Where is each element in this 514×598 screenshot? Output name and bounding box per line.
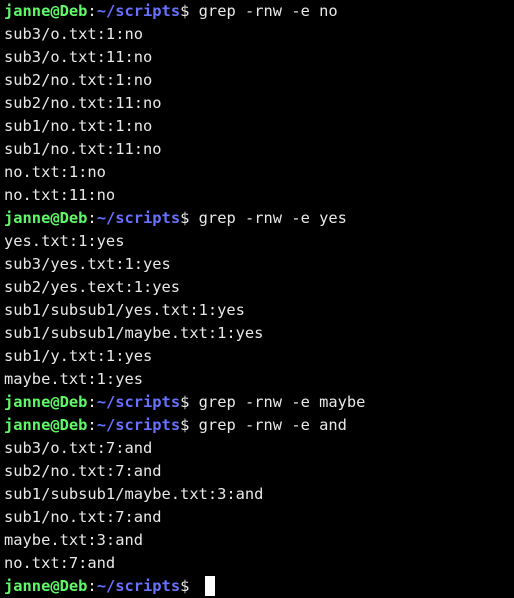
output-line: sub1/subsub1/maybe.txt:1:yes <box>4 324 264 342</box>
command-text: grep -rnw -e yes <box>198 209 347 227</box>
prompt-user-host: janne@Deb <box>4 2 88 20</box>
command-text: grep -rnw -e and <box>198 416 347 434</box>
command-text: grep -rnw -e no <box>198 2 338 20</box>
prompt-separator <box>189 393 198 411</box>
prompt-colon: : <box>87 393 97 411</box>
prompt-colon: : <box>87 209 97 227</box>
prompt-dollar: $ <box>180 393 190 411</box>
output-line: maybe.txt:1:yes <box>4 370 143 388</box>
prompt-user-host: janne@Deb <box>4 209 88 227</box>
prompt-path: ~/scripts <box>96 2 181 20</box>
prompt-dollar: $ <box>180 416 190 434</box>
command-text: grep -rnw -e maybe <box>198 393 366 411</box>
output-line: sub1/no.txt:11:no <box>4 140 162 158</box>
output-line: sub1/subsub1/maybe.txt:3:and <box>4 485 264 503</box>
prompt-separator <box>189 2 198 20</box>
output-line: sub1/subsub1/yes.txt:1:yes <box>4 301 245 319</box>
prompt-line: janne@Deb:~/scripts$ grep -rnw -e and <box>4 414 514 437</box>
prompt-dollar: $ <box>180 2 190 20</box>
prompt-user-host: janne@Deb <box>4 416 88 434</box>
output-line: no.txt:1:no <box>4 163 106 181</box>
prompt-separator <box>189 577 198 595</box>
prompt-colon: : <box>87 577 97 595</box>
output-line: sub3/o.txt:1:no <box>4 25 143 43</box>
output-line: sub1/no.txt:1:no <box>4 117 153 135</box>
prompt-colon: : <box>87 416 97 434</box>
output-line: yes.txt:1:yes <box>4 232 125 250</box>
output-line: no.txt:7:and <box>4 554 116 572</box>
prompt-path: ~/scripts <box>96 416 181 434</box>
output-line: sub3/o.txt:7:and <box>4 439 153 457</box>
prompt-separator <box>189 209 198 227</box>
text-cursor[interactable] <box>204 575 215 596</box>
output-line: sub2/yes.text:1:yes <box>4 278 181 296</box>
output-line: sub3/o.txt:11:no <box>4 48 153 66</box>
prompt-path: ~/scripts <box>96 577 181 595</box>
prompt-dollar: $ <box>180 577 190 595</box>
prompt-separator <box>189 416 198 434</box>
output-line: sub1/y.txt:1:yes <box>4 347 153 365</box>
prompt-path: ~/scripts <box>96 209 181 227</box>
output-line: sub2/no.txt:11:no <box>4 94 162 112</box>
output-line: sub2/no.txt:7:and <box>4 462 162 480</box>
output-line: no.txt:11:no <box>4 186 116 204</box>
prompt-line: janne@Deb:~/scripts$ <box>4 575 514 598</box>
prompt-user-host: janne@Deb <box>4 577 88 595</box>
terminal-window[interactable]: janne@Deb:~/scripts$ grep -rnw -e no sub3… <box>0 0 514 597</box>
prompt-line: janne@Deb:~/scripts$ grep -rnw -e no <box>4 0 514 23</box>
output-line: sub2/no.txt:1:no <box>4 71 153 89</box>
prompt-user-host: janne@Deb <box>4 393 88 411</box>
output-line: maybe.txt:3:and <box>4 531 143 549</box>
output-line: sub1/no.txt:7:and <box>4 508 162 526</box>
prompt-line: janne@Deb:~/scripts$ grep -rnw -e yes <box>4 207 514 230</box>
prompt-dollar: $ <box>180 209 190 227</box>
output-line: sub3/yes.txt:1:yes <box>4 255 171 273</box>
prompt-colon: : <box>87 2 97 20</box>
prompt-path: ~/scripts <box>96 393 181 411</box>
prompt-line: janne@Deb:~/scripts$ grep -rnw -e maybe <box>4 391 514 414</box>
